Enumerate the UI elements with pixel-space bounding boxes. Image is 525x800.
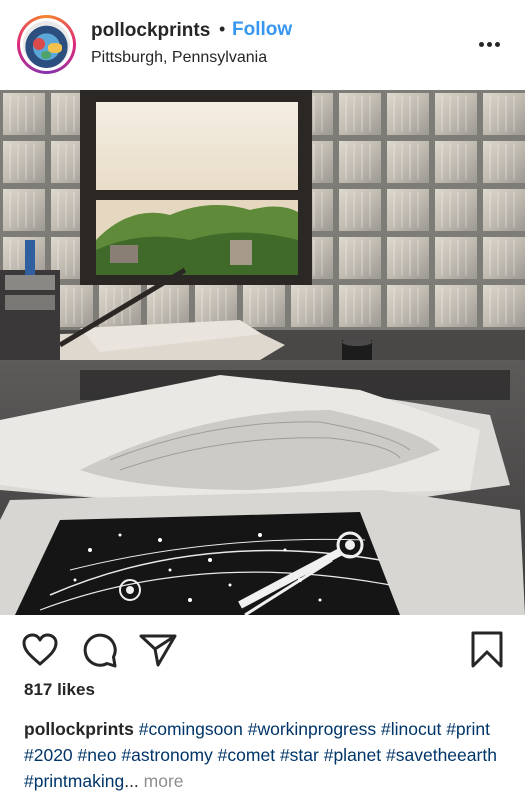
avatar[interactable] (17, 15, 76, 74)
avatar-image (23, 21, 70, 68)
more-options-icon[interactable] (475, 42, 505, 52)
hashtag[interactable]: #linocut (381, 719, 441, 739)
username-link[interactable]: pollockprints (91, 20, 210, 42)
avatar-frame (20, 18, 73, 71)
dot (495, 42, 500, 47)
comment-icon[interactable] (82, 632, 118, 673)
separator-dot: • (219, 19, 226, 39)
post-header: pollockprints • Follow Pittsburgh, Penns… (0, 0, 525, 90)
send-icon[interactable] (139, 633, 177, 672)
likes-count[interactable]: 817 likes (24, 680, 95, 700)
hashtag[interactable]: #planet (324, 745, 381, 765)
more-button[interactable]: more (144, 771, 184, 791)
avatar-detail (48, 43, 62, 53)
hashtag[interactable]: #savetheearth (386, 745, 497, 765)
sky (96, 102, 298, 192)
post-caption: pollockprints #comingsoon #workinprogres… (24, 716, 509, 794)
heart-icon[interactable] (22, 633, 58, 671)
dot (487, 42, 492, 47)
linocut-print (15, 512, 400, 615)
hashtag[interactable]: #astronomy (121, 745, 212, 765)
hashtag[interactable]: #print (446, 719, 490, 739)
hashtag[interactable]: #comingsoon (139, 719, 243, 739)
hashtag[interactable]: #workinprogress (248, 719, 376, 739)
avatar-detail (33, 38, 45, 50)
bookmark-icon[interactable] (470, 631, 504, 674)
hashtag[interactable]: #neo (78, 745, 117, 765)
photo-illustration (0, 90, 525, 615)
hashtag[interactable]: #comet (218, 745, 275, 765)
caption-username[interactable]: pollockprints (24, 719, 134, 739)
hashtag[interactable]: #star (280, 745, 319, 765)
dot (479, 42, 484, 47)
post-photo[interactable] (0, 90, 525, 615)
avatar-detail (41, 51, 51, 59)
follow-button[interactable]: Follow (232, 19, 292, 41)
caption-ellipsis: ... (124, 771, 139, 791)
hashtag[interactable]: #printmaking (24, 771, 124, 791)
hashtag[interactable]: #2020 (24, 745, 73, 765)
location-link[interactable]: Pittsburgh, Pennsylvania (91, 49, 267, 67)
action-bar (0, 615, 525, 675)
